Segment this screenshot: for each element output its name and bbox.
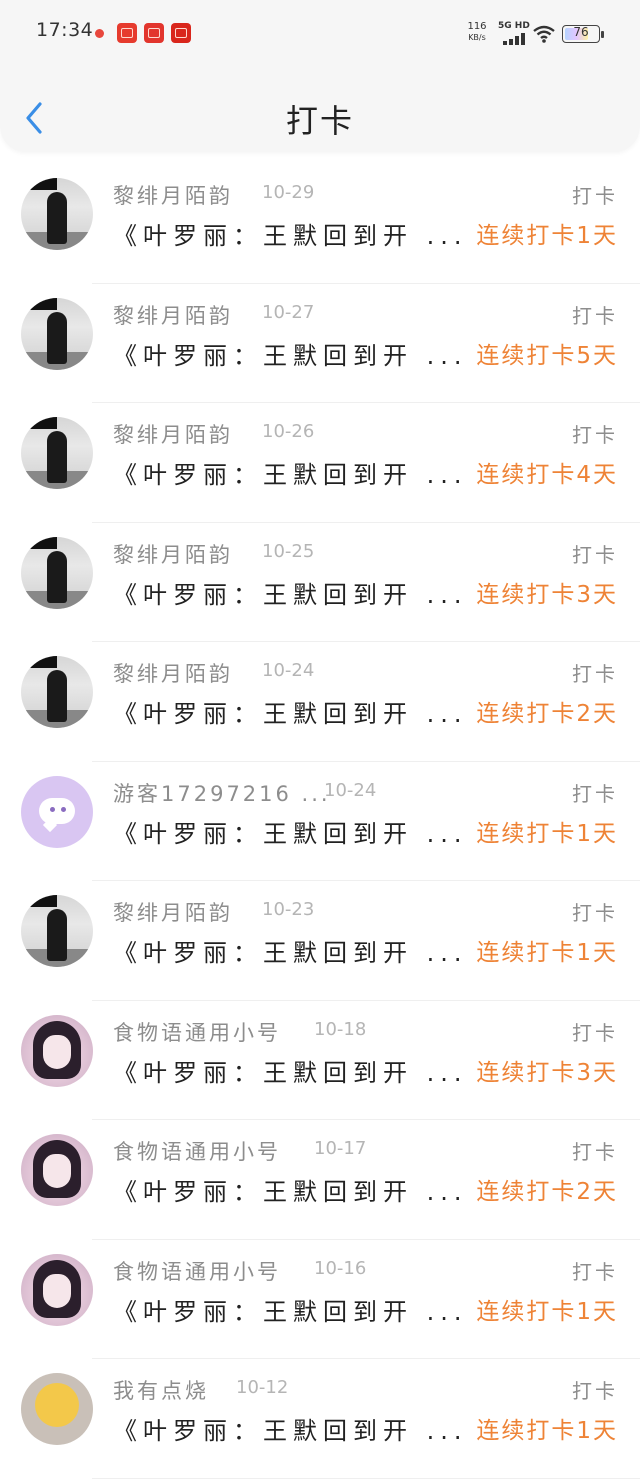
user-name: 食物语通用小号	[113, 1259, 281, 1284]
entry-type-label: 打卡	[572, 423, 618, 447]
user-name: 黎绯月陌韵	[113, 901, 233, 925]
avatar[interactable]	[21, 656, 93, 728]
avatar[interactable]	[21, 1373, 93, 1445]
battery-percent: 76	[573, 25, 589, 39]
list-item[interactable]: 黎绯月陌韵 10-26 打卡《叶罗丽：王默回到开 ... 连续打卡4天	[0, 403, 640, 523]
avatar[interactable]	[21, 417, 93, 489]
checkin-list: 黎绯月陌韵 10-29 打卡 《叶罗丽：王默回到开 ... 连续打卡1天 黎绯月陌韵 10-…	[0, 164, 640, 1479]
entry-type-label: 打卡	[572, 901, 618, 925]
avatar[interactable]	[21, 1134, 93, 1206]
avatar[interactable]	[21, 1253, 93, 1326]
checkin-content: 《叶罗丽：王默回到开 ...	[113, 1058, 468, 1087]
study-app-notification-icon	[171, 23, 191, 43]
list-item[interactable]: 黎绯月陌韵 10-29 打卡《叶罗丽：王默回到开 ... 连续打卡1天	[0, 164, 640, 284]
checkin-content: 《叶罗丽：王默回到开 ...	[113, 461, 468, 489]
network-speed: 116 KB/s	[467, 21, 487, 42]
checkin-date: 10-12	[236, 1377, 289, 1398]
user-name: 黎绯月陌韵	[113, 184, 233, 208]
location-notification-icon	[90, 23, 108, 43]
checkin-date: 10-23	[262, 899, 315, 920]
avatar[interactable]	[21, 178, 93, 250]
entry-type-label: 打卡	[572, 1379, 618, 1403]
page-title: 打卡	[285, 102, 354, 140]
user-name: 黎绯月陌韵	[113, 423, 233, 447]
streak-label: 连续打卡3天	[476, 581, 618, 608]
entry-type-label: 打卡	[572, 1140, 618, 1164]
checkin-content: 《叶罗丽：王默回到开 ...	[113, 819, 468, 848]
checkin-content: 《叶罗丽：王默回到开 ...	[113, 222, 468, 250]
checkin-content: 《叶罗丽：王默回到开 ...	[113, 939, 468, 967]
user-name: 黎绯月陌韵	[113, 662, 233, 686]
entry-type-label: 打卡	[572, 184, 618, 208]
list-item[interactable]: 食物语通用小号 10-18 打卡《叶罗丽：王默回到开 ... 连续打卡3天	[0, 1001, 640, 1120]
user-name: 我有点烧	[113, 1379, 209, 1403]
entry-type-label: 打卡	[572, 542, 618, 567]
avatar[interactable]	[21, 1014, 93, 1087]
checkin-date: 10-26	[262, 421, 315, 442]
battery-tip	[601, 31, 604, 38]
signal-type-label: 5G HD	[498, 21, 530, 31]
status-bar: 17:34 116 KB/s 5G HD 76	[0, 0, 640, 64]
user-name: 食物语通用小号	[113, 1140, 281, 1164]
checkin-date: 10-24	[324, 779, 377, 801]
checkin-date: 10-16	[314, 1257, 367, 1279]
list-item[interactable]: 黎绯月陌韵 10-25 打卡《叶罗丽：王默回到开 ... 连续打卡3天	[0, 523, 640, 642]
list-item[interactable]: 游客17297216 ... 10-24 打卡《叶罗丽：王默回到开 ... 连续打卡1…	[0, 762, 640, 881]
user-name: 游客17297216 ...	[113, 781, 331, 806]
streak-label: 连续打卡2天	[476, 1179, 618, 1205]
streak-label: 连续打卡2天	[476, 701, 618, 727]
row-divider	[92, 1477, 640, 1479]
streak-label: 连续打卡4天	[476, 462, 618, 488]
entry-type-label: 打卡	[572, 662, 618, 686]
list-item[interactable]: 我有点烧 10-12 打卡《叶罗丽：王默回到开 ... 连续打卡1天	[0, 1359, 640, 1479]
entry-type-label: 打卡	[572, 1259, 618, 1284]
list-item[interactable]: 食物语通用小号 10-16 打卡《叶罗丽：王默回到开 ... 连续打卡1天	[0, 1240, 640, 1359]
checkin-date: 10-24	[262, 660, 315, 681]
streak-label: 连续打卡1天	[476, 820, 618, 847]
checkin-content: 《叶罗丽：王默回到开 ...	[113, 700, 468, 728]
checkin-date: 10-17	[314, 1138, 367, 1159]
entry-type-label: 打卡	[572, 781, 618, 806]
streak-label: 连续打卡1天	[476, 940, 618, 966]
list-item[interactable]: 食物语通用小号 10-17 打卡《叶罗丽：王默回到开 ... 连续打卡2天	[0, 1120, 640, 1240]
avatar[interactable]	[21, 895, 93, 967]
user-name: 黎绯月陌韵	[113, 303, 233, 328]
signal-bars-icon	[503, 33, 527, 45]
avatar[interactable]	[21, 536, 93, 609]
checkin-date: 10-29	[262, 182, 315, 203]
shopping-app-notification-icon	[117, 23, 137, 43]
checkin-date: 10-25	[262, 540, 315, 562]
entry-type-label: 打卡	[572, 1020, 618, 1045]
status-time: 17:34	[36, 19, 94, 41]
checkin-content: 《叶罗丽：王默回到开 ...	[113, 580, 468, 609]
heart-app-notification-icon	[144, 23, 164, 43]
streak-label: 连续打卡1天	[476, 223, 618, 249]
streak-label: 连续打卡5天	[476, 342, 618, 369]
user-name: 食物语通用小号	[113, 1020, 281, 1045]
wifi-icon	[533, 25, 555, 43]
header-panel: 17:34 116 KB/s 5G HD 76 打卡	[0, 0, 640, 152]
user-name: 黎绯月陌韵	[113, 542, 233, 567]
checkin-content: 《叶罗丽：王默回到开 ...	[113, 1297, 468, 1326]
checkin-date: 10-27	[262, 301, 315, 323]
checkin-content: 《叶罗丽：王默回到开 ...	[113, 341, 468, 370]
checkin-date: 10-18	[314, 1018, 367, 1040]
list-item[interactable]: 黎绯月陌韵 10-23 打卡《叶罗丽：王默回到开 ... 连续打卡1天	[0, 881, 640, 1001]
streak-label: 连续打卡1天	[476, 1298, 618, 1325]
list-item[interactable]: 黎绯月陌韵 10-24 打卡《叶罗丽：王默回到开 ... 连续打卡2天	[0, 642, 640, 762]
battery-icon: 76	[562, 25, 600, 43]
list-item[interactable]: 黎绯月陌韵 10-27 打卡《叶罗丽：王默回到开 ... 连续打卡5天	[0, 284, 640, 403]
streak-label: 连续打卡1天	[476, 1418, 618, 1444]
streak-label: 连续打卡3天	[476, 1059, 618, 1086]
checkin-content: 《叶罗丽：王默回到开 ...	[113, 1417, 468, 1445]
avatar[interactable]	[21, 297, 93, 370]
checkin-content: 《叶罗丽：王默回到开 ...	[113, 1178, 468, 1206]
entry-type-label: 打卡	[572, 303, 618, 328]
avatar[interactable]	[21, 775, 93, 848]
